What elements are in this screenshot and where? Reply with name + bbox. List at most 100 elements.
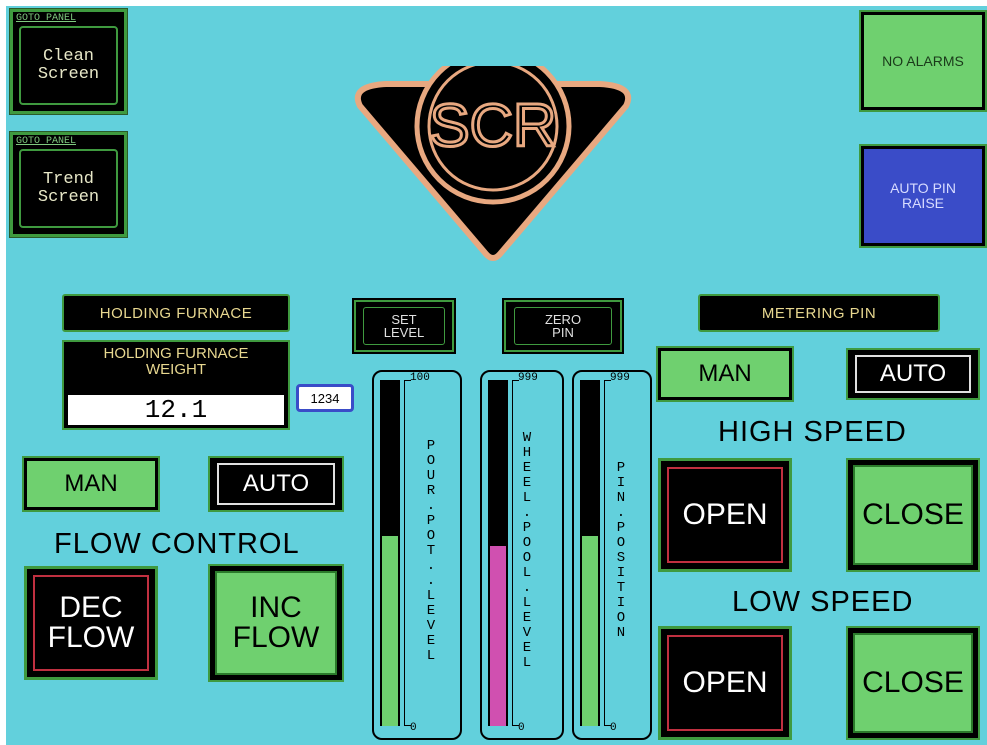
numeric-entry-badge[interactable]: 1234 — [296, 384, 354, 412]
wheel-pool-level-gauge: 999 0 WHEEL.POOL.LEVEL — [480, 370, 564, 740]
auto-pin-raise-line1: AUTO PIN — [890, 180, 956, 196]
flow-control-man-button[interactable]: MAN — [22, 456, 160, 512]
metering-pin-label-text: METERING PIN — [761, 304, 877, 322]
pour-pot-level-min: 0 — [410, 722, 417, 734]
gauge-label-char: T — [616, 580, 626, 596]
zero-pin-button[interactable]: ZERO PIN — [502, 298, 624, 354]
pour-pot-level-gauge: 100 0 POUR.POT..LEVEL — [372, 370, 462, 740]
flow-control-man-text: MAN — [64, 470, 118, 497]
gauge-label-char: E — [522, 640, 532, 656]
gauge-label-char: S — [616, 550, 626, 566]
low-speed-close-button[interactable]: CLOSE — [846, 626, 980, 740]
gauge-label-char: . — [426, 497, 436, 514]
metering-pin-auto-button[interactable]: AUTO — [846, 348, 980, 400]
numeric-entry-badge-text: 1234 — [310, 390, 340, 406]
flow-control-auto-button[interactable]: AUTO — [208, 456, 344, 512]
gauge-label-char: O — [616, 610, 626, 626]
gauge-label-char: E — [426, 602, 436, 619]
inc-flow-button[interactable]: INC FLOW — [208, 564, 344, 682]
high-speed-close-text: CLOSE — [862, 498, 964, 531]
metering-pin-man-text: MAN — [698, 360, 752, 387]
low-speed-open-text: OPEN — [682, 666, 768, 699]
gauge-label-char: L — [522, 595, 532, 611]
gauge-label-char: P — [616, 460, 626, 476]
wheel-pool-level-min: 0 — [518, 722, 525, 734]
gauge-label-char: . — [522, 505, 532, 521]
wheel-pool-level-max: 999 — [518, 372, 538, 384]
high-speed-heading: HIGH SPEED — [718, 416, 907, 448]
pin-position-scale — [604, 380, 611, 726]
gauge-label-char: T — [426, 542, 436, 559]
goto-panel-caption: GOTO PANEL — [16, 136, 77, 147]
gauge-label-char: I — [616, 595, 626, 611]
gauge-label-char: O — [426, 452, 436, 469]
high-speed-close-button[interactable]: CLOSE — [846, 458, 980, 572]
metering-pin-label: METERING PIN — [698, 294, 940, 332]
gauge-label-char: P — [616, 520, 626, 536]
gauge-label-char: N — [616, 490, 626, 506]
flow-control-auto-text: AUTO — [217, 463, 335, 505]
wheel-pool-level-scale — [512, 380, 519, 726]
gauge-label-char: N — [616, 625, 626, 641]
set-level-line2: LEVEL — [383, 324, 425, 340]
holding-furnace-weight-value: 12.1 — [68, 395, 284, 425]
holding-furnace-label: HOLDING FURNACE — [62, 294, 290, 332]
pour-pot-level-max: 100 — [410, 372, 430, 384]
gauge-label-char: O — [522, 550, 532, 566]
gauge-label-char: I — [616, 565, 626, 581]
auto-pin-raise-button[interactable]: AUTO PIN RAISE — [859, 144, 987, 248]
gauge-label-char: O — [616, 535, 626, 551]
pour-pot-level-scale — [404, 380, 411, 726]
gauge-label-char: O — [522, 535, 532, 551]
wheel-pool-level-label: WHEEL.POOL.LEVEL — [520, 394, 534, 708]
gauge-label-char: L — [522, 490, 532, 506]
low-speed-close-text: CLOSE — [862, 666, 964, 699]
dec-flow-line1: DEC — [59, 591, 123, 624]
low-speed-open-button[interactable]: OPEN — [658, 626, 792, 740]
weight-title-line1: HOLDING FURNACE — [103, 345, 249, 362]
gauge-label-char: . — [426, 557, 436, 574]
dec-flow-button[interactable]: DEC FLOW — [24, 566, 158, 680]
gauge-label-char: L — [426, 587, 436, 604]
zero-pin-line2: PIN — [552, 324, 574, 340]
alarm-status-text: NO ALARMS — [882, 53, 964, 69]
gauge-label-char: R — [426, 482, 436, 499]
gauge-label-char: I — [616, 475, 626, 491]
goto-clean-screen-button[interactable]: GOTO PANEL Clean Screen — [9, 8, 128, 115]
wheel-pool-level-fill — [490, 546, 506, 726]
wheel-pool-level-track — [488, 380, 508, 726]
pin-position-label: PIN.POSITION — [614, 394, 628, 708]
pin-position-track — [580, 380, 600, 726]
gauge-label-char: P — [426, 437, 436, 454]
goto-trend-screen-button[interactable]: GOTO PANEL Trend Screen — [9, 131, 128, 238]
gauge-label-char: E — [522, 610, 532, 626]
gauge-label-char: E — [522, 475, 532, 491]
gauge-label-char: . — [522, 580, 532, 596]
gauge-label-char: E — [426, 632, 436, 649]
low-speed-heading: LOW SPEED — [732, 586, 914, 618]
gauge-label-char: H — [522, 445, 532, 461]
pour-pot-level-fill — [382, 535, 398, 726]
set-level-button[interactable]: SET LEVEL — [352, 298, 456, 354]
gauge-label-char: P — [426, 512, 436, 529]
gauge-label-char: . — [426, 572, 436, 589]
gauge-label-char: V — [522, 625, 532, 641]
holding-furnace-label-text: HOLDING FURNACE — [99, 304, 253, 322]
alarm-status-indicator[interactable]: NO ALARMS — [859, 10, 987, 112]
auto-pin-raise-line2: RAISE — [901, 195, 944, 211]
high-speed-open-button[interactable]: OPEN — [658, 458, 792, 572]
metering-pin-auto-text: AUTO — [855, 354, 971, 394]
pour-pot-level-track — [380, 380, 400, 726]
pin-position-fill — [582, 535, 598, 726]
pin-position-gauge: 999 0 PIN.POSITION — [572, 370, 652, 740]
gauge-label-char: L — [522, 655, 532, 671]
goto-trend-line1: Trend — [42, 169, 94, 189]
gauge-label-char: . — [616, 505, 626, 521]
logo-text: SCR — [430, 92, 557, 159]
goto-clean-line2: Screen — [37, 64, 100, 84]
pin-position-max: 999 — [610, 372, 630, 384]
inc-flow-line2: FLOW — [232, 621, 320, 654]
metering-pin-man-button[interactable]: MAN — [656, 346, 794, 402]
dec-flow-line2: FLOW — [47, 621, 135, 654]
goto-clean-line1: Clean — [42, 46, 94, 66]
